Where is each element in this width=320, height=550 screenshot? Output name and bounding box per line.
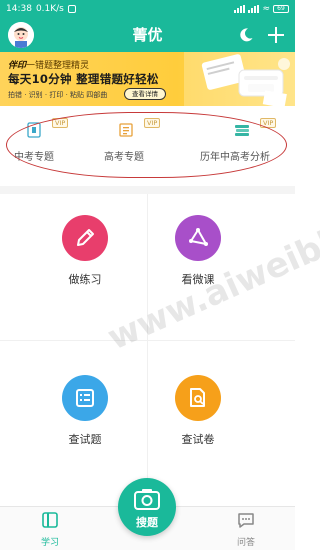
document-search-icon — [190, 388, 205, 407]
promo-banner[interactable]: 伴印一错题整理精灵 每天10分钟 整理错题好轻松 拍错 · 识别 · 打印 · … — [0, 52, 295, 106]
annotation-circle — [6, 112, 287, 178]
status-bar: 14:38 0.1K/s ≈ 69 — [0, 0, 295, 18]
feature-icon-circle — [175, 215, 221, 261]
wifi-icon: ≈ — [262, 4, 270, 14]
nav-qa-label: 问答 — [236, 538, 255, 548]
feature-icon-circle — [175, 375, 221, 421]
search-papers-button[interactable]: 查试卷 — [138, 375, 258, 447]
nav-study[interactable]: 学习 — [30, 511, 70, 548]
battery-icon: 69 — [273, 5, 289, 13]
practice-button[interactable]: 做练习 — [25, 215, 145, 287]
banner-details-button[interactable]: 查看详情 — [124, 88, 166, 100]
banner-tags: 拍错 · 识别 · 打印 · 粘贴 四部曲 — [8, 91, 108, 99]
feature-label: 查试卷 — [181, 433, 215, 446]
watch-lessons-button[interactable]: 看微课 — [138, 215, 258, 287]
signal-icon-2 — [248, 5, 260, 13]
triangle-icon — [189, 228, 208, 246]
plus-icon[interactable] — [266, 25, 286, 45]
banner-brand: 伴印一错题整理精灵 — [8, 58, 89, 71]
search-fab-label: 搜题 — [136, 516, 158, 529]
pencil-icon — [77, 229, 94, 246]
study-book-icon — [42, 512, 58, 528]
signal-icon — [234, 5, 246, 13]
banner-brand-tagline: 一错题整理精灵 — [26, 61, 90, 71]
feature-label: 看微课 — [181, 273, 215, 286]
feature-icon-circle — [62, 215, 108, 261]
list-icon — [76, 389, 94, 407]
moon-icon[interactable] — [238, 27, 254, 43]
network-speed: 0.1K/s — [35, 4, 64, 14]
notification-icon — [67, 5, 76, 13]
section-divider — [0, 186, 295, 194]
banner-brand-name: 伴印 — [8, 61, 27, 71]
feature-icon-circle — [62, 375, 108, 421]
status-time: 14:38 — [6, 4, 32, 14]
banner-headline: 每天10分钟 整理错题好轻松 — [8, 72, 159, 86]
search-question-button[interactable]: 搜题 — [118, 478, 176, 536]
search-questions-button[interactable]: 查试题 — [25, 375, 145, 447]
printer-illustration — [184, 52, 295, 106]
feature-label: 查试题 — [68, 433, 102, 446]
app-header: 菁优 — [0, 18, 295, 52]
camera-icon — [134, 489, 160, 510]
chat-bubble-icon — [238, 513, 254, 528]
nav-qa[interactable]: 问答 — [226, 511, 266, 548]
grid-divider-horizontal — [0, 340, 295, 341]
nav-study-label: 学习 — [40, 538, 59, 548]
feature-label: 做练习 — [68, 273, 102, 286]
